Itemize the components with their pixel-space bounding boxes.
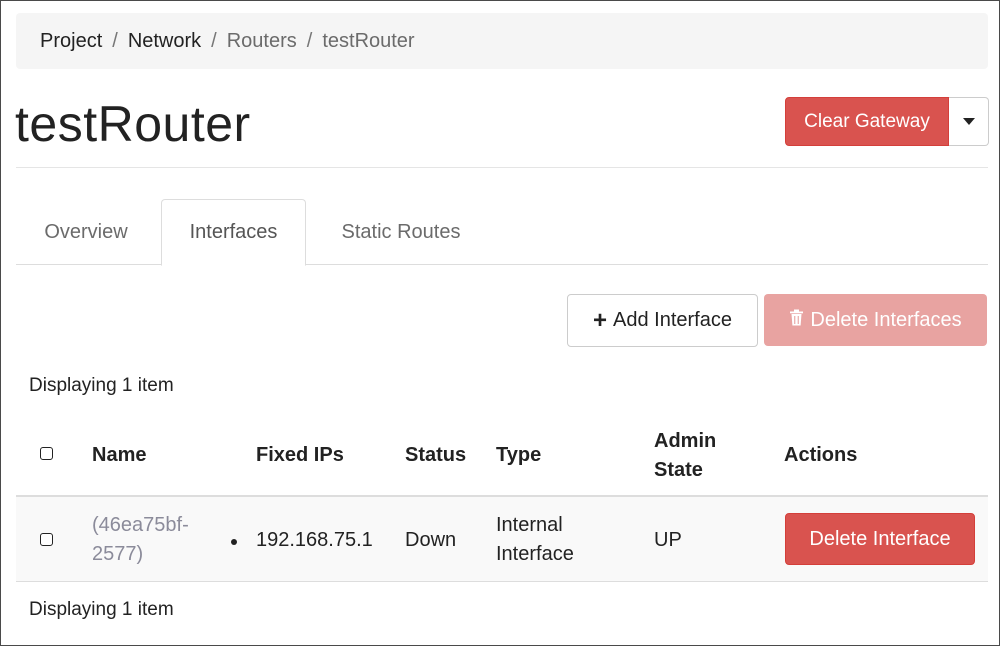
status-value: Down xyxy=(405,529,457,551)
table-header: Name Fixed IPs Status Type Admin State A… xyxy=(16,421,988,497)
column-header-admin-state[interactable]: Admin State xyxy=(654,430,716,482)
type-line1: Internal xyxy=(496,514,563,536)
table-row: (46ea75bf- 2577) 192.168.75.1 Down Inter… xyxy=(16,497,988,582)
delete-interfaces-button[interactable]: Delete Interfaces xyxy=(764,294,987,346)
delete-interfaces-label: Delete Interfaces xyxy=(810,308,962,331)
tab-bar: Overview Interfaces Static Routes xyxy=(16,199,988,266)
add-interface-label: Add Interface xyxy=(613,309,732,331)
breadcrumb-network[interactable]: Network xyxy=(128,30,201,53)
add-interface-button[interactable]: + Add Interface xyxy=(567,294,758,347)
breadcrumb-routers[interactable]: Routers xyxy=(227,30,297,53)
more-actions-dropdown[interactable] xyxy=(949,97,989,146)
item-count-top: Displaying 1 item xyxy=(29,375,174,396)
row-checkbox[interactable] xyxy=(40,533,53,546)
breadcrumb-separator: / xyxy=(306,29,313,52)
plus-icon: + xyxy=(593,306,608,334)
fixed-ip-value: 192.168.75.1 xyxy=(256,529,373,551)
page-title: testRouter xyxy=(15,96,251,152)
trash-icon xyxy=(789,309,804,332)
interface-name-link[interactable]: (46ea75bf- 2577) xyxy=(92,511,189,569)
breadcrumb: Project / Network / Routers / testRouter xyxy=(16,13,988,69)
column-header-fixed-ips[interactable]: Fixed IPs xyxy=(256,444,344,467)
breadcrumb-separator: / xyxy=(112,29,118,52)
column-header-name[interactable]: Name xyxy=(92,444,146,467)
bullet-icon xyxy=(231,539,237,545)
delete-interface-button[interactable]: Delete Interface xyxy=(785,513,975,565)
column-header-status[interactable]: Status xyxy=(405,444,466,467)
interface-name-line1: (46ea75bf- xyxy=(92,514,189,536)
tab-interfaces[interactable]: Interfaces xyxy=(161,199,306,266)
select-all-checkbox[interactable] xyxy=(40,447,53,460)
column-header-actions: Actions xyxy=(784,444,858,466)
clear-gateway-button[interactable]: Clear Gateway xyxy=(785,97,949,146)
header-divider xyxy=(16,167,988,168)
breadcrumb-project[interactable]: Project xyxy=(40,30,102,53)
item-count-bottom: Displaying 1 item xyxy=(29,599,174,620)
admin-header-line2: State xyxy=(654,459,703,481)
tab-overview[interactable]: Overview xyxy=(16,199,156,265)
chevron-down-icon xyxy=(962,118,975,125)
router-actions-group: Clear Gateway xyxy=(785,97,989,146)
type-value: Internal Interface xyxy=(496,511,574,569)
admin-header-line1: Admin xyxy=(654,430,717,452)
admin-state-value: UP xyxy=(654,529,682,551)
interface-name-line2: 2577) xyxy=(92,543,144,565)
type-line2: Interface xyxy=(496,543,574,565)
column-header-type[interactable]: Type xyxy=(496,444,541,467)
breadcrumb-separator: / xyxy=(211,29,217,52)
tab-static-routes[interactable]: Static Routes xyxy=(316,199,486,265)
breadcrumb-current: testRouter xyxy=(322,29,415,52)
